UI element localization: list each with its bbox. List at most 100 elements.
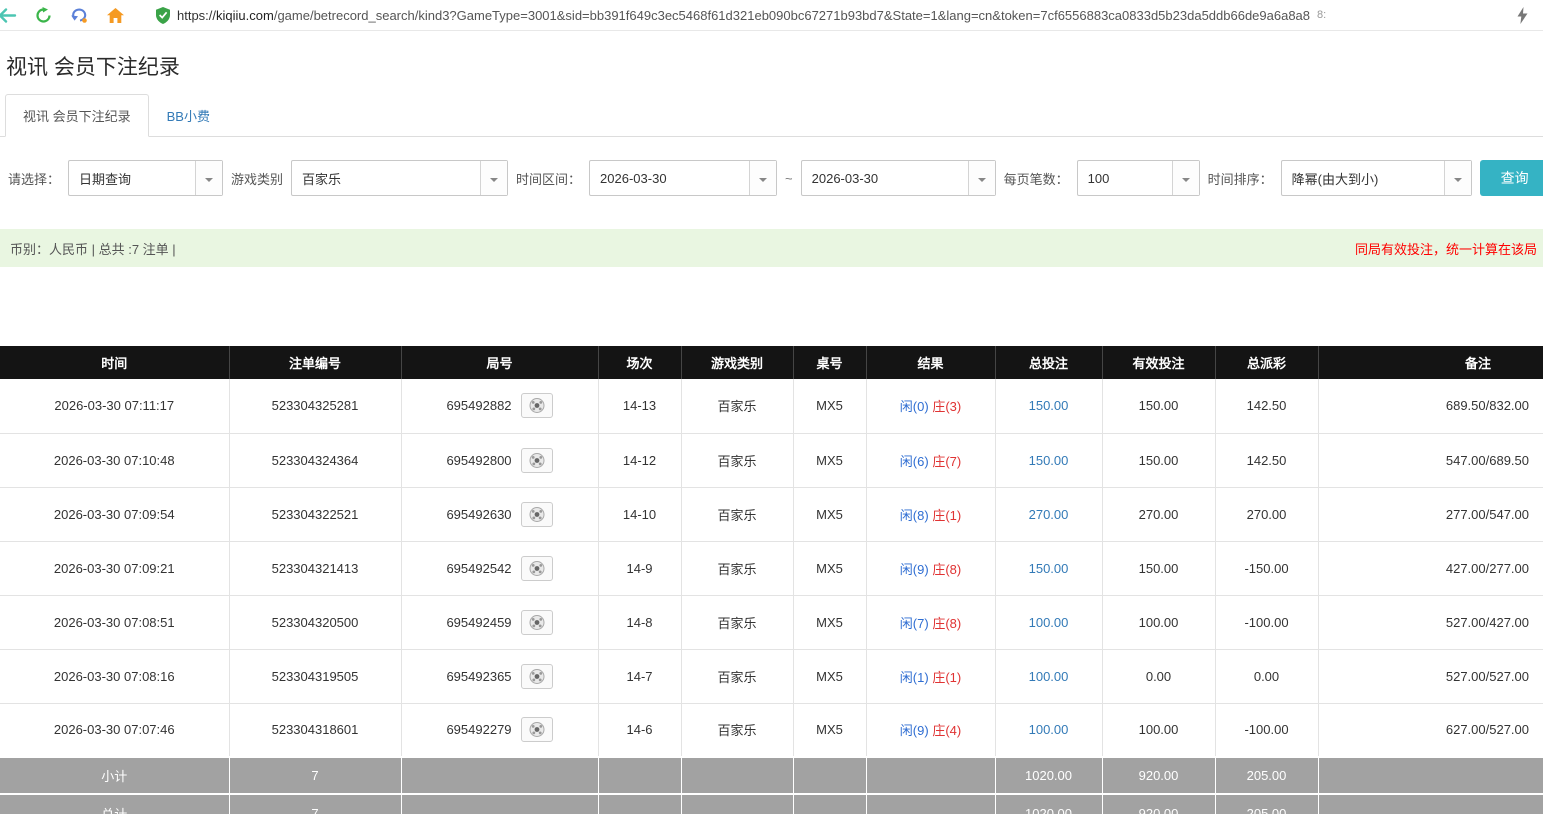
result-player: 闲(1)	[900, 670, 929, 685]
cell-table-id: MX5	[793, 433, 866, 487]
subtotal-row: 小计 7 1020.00 920.00 205.00	[0, 757, 1543, 794]
chevron-down-icon[interactable]	[1172, 161, 1199, 195]
refresh-icon[interactable]	[32, 4, 54, 26]
column-header-3: 局号	[401, 346, 598, 379]
round-number: 695492279	[446, 722, 511, 737]
cell-time: 2026-03-30 07:07:46	[0, 703, 229, 757]
round-number: 695492630	[446, 507, 511, 522]
cell-total-bet: 100.00	[995, 595, 1102, 649]
date-from-input[interactable]: 2026-03-30	[589, 160, 777, 196]
cell-time: 2026-03-30 07:08:16	[0, 649, 229, 703]
cell-table-id: MX5	[793, 379, 866, 433]
cell-time: 2026-03-30 07:09:54	[0, 487, 229, 541]
cell-valid-bet: 150.00	[1102, 379, 1215, 433]
chevron-down-icon[interactable]	[968, 161, 995, 195]
date-query-select[interactable]: 日期查询	[68, 160, 223, 196]
cell-valid-bet: 150.00	[1102, 433, 1215, 487]
cell-game-type: 百家乐	[681, 595, 793, 649]
tab-bb-tips[interactable]: BB小费	[149, 94, 228, 137]
game-result-icon[interactable]	[521, 448, 553, 473]
cell-result: 闲(7) 庄(8)	[866, 595, 995, 649]
chevron-down-icon[interactable]	[195, 161, 222, 195]
cell-result: 闲(9) 庄(8)	[866, 541, 995, 595]
search-button[interactable]: 查询	[1480, 160, 1543, 196]
game-type-label: 游戏类别	[231, 169, 283, 188]
cell-bet-id: 523304320500	[229, 595, 401, 649]
cell-total-bet: 150.00	[995, 379, 1102, 433]
back-button[interactable]	[0, 4, 18, 26]
game-result-icon[interactable]	[521, 664, 553, 689]
total-bet-link[interactable]: 100.00	[1029, 669, 1069, 684]
select-label: 请选择：	[8, 169, 60, 188]
cell-note: 689.50/832.00	[1318, 379, 1543, 433]
undo-icon[interactable]	[68, 4, 90, 26]
cell-session: 14-9	[598, 541, 681, 595]
cell-session: 14-8	[598, 595, 681, 649]
result-banker: 庄(8)	[932, 616, 961, 631]
chevron-down-icon[interactable]	[1444, 161, 1471, 195]
round-number: 695492459	[446, 615, 511, 630]
cell-total-bet: 270.00	[995, 487, 1102, 541]
total-bet-link[interactable]: 270.00	[1029, 507, 1069, 522]
cell-bet-id: 523304324364	[229, 433, 401, 487]
url-bar[interactable]: https://kiqiiu.com/game/betrecord_search…	[156, 7, 1497, 24]
result-banker: 庄(1)	[932, 508, 961, 523]
total-bet-link[interactable]: 150.00	[1029, 453, 1069, 468]
subtotal-count: 7	[229, 757, 401, 794]
page-size-select[interactable]: 100	[1077, 160, 1200, 196]
cell-game-type: 百家乐	[681, 649, 793, 703]
notice-text: 同局有效投注，统一计算在该局	[1355, 239, 1537, 258]
cell-bet-id: 523304325281	[229, 379, 401, 433]
cell-result: 闲(8) 庄(1)	[866, 487, 995, 541]
cell-time: 2026-03-30 07:11:17	[0, 379, 229, 433]
cell-session: 14-6	[598, 703, 681, 757]
table-row: 2026-03-30 07:08:51523304320500695492459…	[0, 595, 1543, 649]
total-bet-link[interactable]: 100.00	[1029, 722, 1069, 737]
total-bet-link[interactable]: 150.00	[1029, 561, 1069, 576]
cell-result: 闲(9) 庄(4)	[866, 703, 995, 757]
column-header-10: 总派彩	[1215, 346, 1318, 379]
cell-payout: 142.50	[1215, 433, 1318, 487]
lightning-icon[interactable]	[1511, 4, 1533, 26]
url-scheme: https://	[177, 8, 216, 23]
game-type-select[interactable]: 百家乐	[291, 160, 508, 196]
cell-note: 547.00/689.50	[1318, 433, 1543, 487]
subtotal-payout: 205.00	[1215, 757, 1318, 794]
sort-label: 时间排序：	[1208, 169, 1273, 188]
chevron-down-icon[interactable]	[480, 161, 507, 195]
game-result-icon[interactable]	[521, 717, 553, 742]
security-shield-icon[interactable]	[156, 7, 170, 24]
cell-bet-id: 523304322521	[229, 487, 401, 541]
cell-note: 527.00/427.00	[1318, 595, 1543, 649]
tab-bet-records[interactable]: 视讯 会员下注纪录	[5, 94, 149, 137]
cell-note: 277.00/547.00	[1318, 487, 1543, 541]
sort-select[interactable]: 降幂(由大到小)	[1281, 160, 1472, 196]
cell-valid-bet: 270.00	[1102, 487, 1215, 541]
game-result-icon[interactable]	[521, 610, 553, 635]
round-number: 695492365	[446, 669, 511, 684]
cell-game-type: 百家乐	[681, 541, 793, 595]
cell-session: 14-12	[598, 433, 681, 487]
cell-note: 427.00/277.00	[1318, 541, 1543, 595]
total-label: 总计	[0, 794, 229, 814]
cell-table-id: MX5	[793, 649, 866, 703]
date-to-input[interactable]: 2026-03-30	[801, 160, 996, 196]
page-title: 视讯 会员下注纪录	[6, 51, 1543, 81]
url-text: https://kiqiiu.com/game/betrecord_search…	[177, 8, 1310, 23]
cell-table-id: MX5	[793, 703, 866, 757]
game-result-icon[interactable]	[521, 502, 553, 527]
game-result-icon[interactable]	[521, 393, 553, 418]
chevron-down-icon[interactable]	[749, 161, 776, 195]
total-bet-link[interactable]: 100.00	[1029, 615, 1069, 630]
home-icon[interactable]	[104, 4, 126, 26]
summary-bar: 币别：人民币 | 总共 :7 注单 | 同局有效投注，统一计算在该局	[0, 229, 1543, 267]
cell-table-id: MX5	[793, 541, 866, 595]
cell-result: 闲(0) 庄(3)	[866, 379, 995, 433]
result-player: 闲(8)	[900, 508, 929, 523]
game-result-icon[interactable]	[521, 556, 553, 581]
cell-session: 14-10	[598, 487, 681, 541]
total-bet-link[interactable]: 150.00	[1029, 398, 1069, 413]
cell-round: 695492459	[401, 595, 598, 649]
tab-bar: 视讯 会员下注纪录 BB小费	[0, 94, 1543, 137]
column-header-2: 注单编号	[229, 346, 401, 379]
